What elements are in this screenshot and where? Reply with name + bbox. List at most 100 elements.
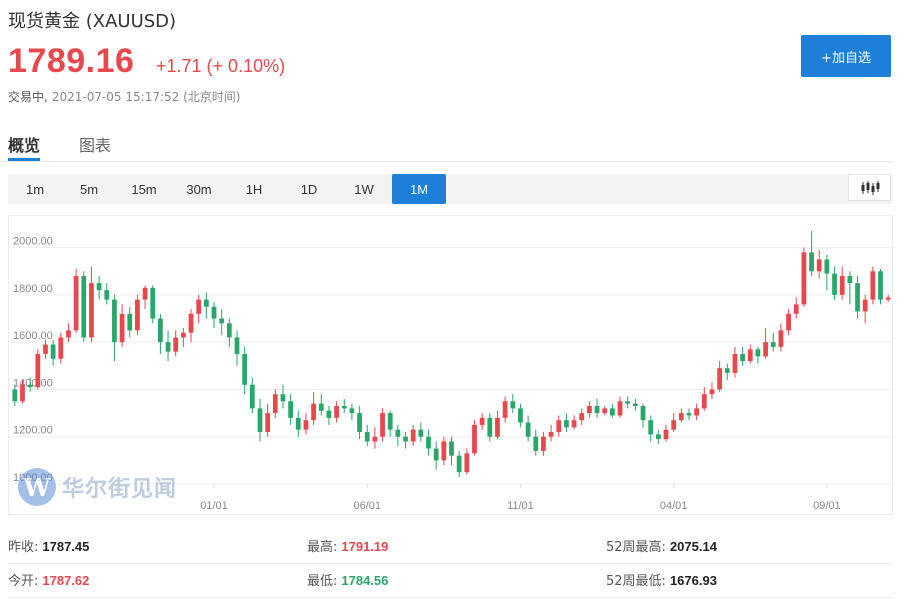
candle-body bbox=[610, 408, 615, 416]
candle-body bbox=[755, 349, 761, 357]
active-tab-indicator bbox=[8, 158, 40, 161]
candle-body bbox=[303, 420, 309, 430]
candle-body bbox=[226, 323, 232, 338]
candle-body bbox=[625, 401, 631, 404]
candle-body bbox=[640, 406, 646, 421]
candle-body bbox=[770, 342, 776, 347]
candle-body bbox=[234, 337, 240, 354]
candle-body bbox=[632, 403, 638, 406]
candle-body bbox=[686, 413, 692, 416]
candle-body bbox=[357, 413, 362, 432]
candle-body bbox=[173, 337, 179, 352]
y-tick-label: 1800.00 bbox=[13, 283, 53, 295]
candle-body bbox=[870, 271, 876, 300]
add-to-watchlist-button[interactable]: +加自选 bbox=[801, 35, 891, 77]
chart-type-button[interactable] bbox=[848, 174, 891, 201]
candle-body bbox=[104, 290, 110, 300]
candle-body bbox=[778, 330, 784, 347]
candle-body bbox=[288, 401, 293, 418]
stat-open: 今开: 1787.62 bbox=[8, 573, 90, 589]
candle-body bbox=[142, 287, 148, 300]
candle-body bbox=[326, 410, 332, 418]
candle-body bbox=[648, 420, 654, 435]
candle-body bbox=[464, 453, 470, 473]
stat-52w-low: 52周最低: 1676.93 bbox=[606, 573, 717, 589]
watermark-logo: W bbox=[18, 468, 56, 506]
candle-body bbox=[824, 259, 830, 274]
period-15m[interactable]: 15m bbox=[117, 174, 171, 204]
x-tick-label: 01/01 bbox=[200, 500, 228, 512]
x-tick-label: 09/01 bbox=[813, 500, 841, 512]
period-1d[interactable]: 1D bbox=[282, 174, 336, 204]
period-1mo[interactable]: 1M bbox=[392, 174, 446, 204]
candle-body bbox=[27, 384, 33, 388]
candle-body bbox=[20, 384, 25, 402]
y-tick-label: 1400.00 bbox=[13, 377, 53, 389]
period-1h[interactable]: 1H bbox=[227, 174, 281, 204]
candle-body bbox=[801, 252, 807, 305]
candlestick-icon bbox=[861, 180, 879, 195]
candle-body bbox=[441, 441, 447, 461]
tab-overview[interactable]: 概览 bbox=[8, 132, 40, 156]
candle-body bbox=[196, 299, 202, 314]
period-5m[interactable]: 5m bbox=[62, 174, 116, 204]
candle-body bbox=[855, 283, 860, 312]
candle-body bbox=[472, 424, 477, 454]
candle-body bbox=[165, 342, 171, 352]
period-1w[interactable]: 1W bbox=[337, 174, 391, 204]
candle-body bbox=[211, 306, 217, 319]
period-30m[interactable]: 30m bbox=[172, 174, 226, 204]
candle-body bbox=[885, 297, 891, 300]
candle-body bbox=[793, 304, 799, 314]
y-tick-label: 2000.00 bbox=[13, 236, 53, 248]
x-tick-label: 04/01 bbox=[660, 500, 688, 512]
candle-body bbox=[35, 354, 41, 388]
stat-prev-close: 昨收: 1787.45 bbox=[8, 539, 90, 555]
candle-body bbox=[847, 276, 853, 284]
candle-body bbox=[43, 344, 48, 354]
candle-body bbox=[763, 342, 768, 357]
candle-body bbox=[701, 394, 707, 409]
candle-body bbox=[502, 401, 508, 418]
candle-body bbox=[655, 434, 661, 440]
candle-body bbox=[694, 408, 700, 416]
stat-52w-high: 52周最高: 2075.14 bbox=[606, 539, 717, 555]
candle-body bbox=[418, 429, 424, 437]
candle-body bbox=[50, 344, 56, 359]
x-tick-label: 11/01 bbox=[507, 500, 534, 512]
candle-body bbox=[395, 429, 401, 437]
candle-body bbox=[341, 406, 347, 409]
status-text: 交易中, bbox=[8, 90, 48, 104]
candle-body bbox=[479, 417, 485, 425]
candle-body bbox=[112, 299, 117, 343]
candle-body bbox=[449, 441, 454, 456]
candle-body bbox=[724, 368, 730, 373]
candle-body bbox=[709, 389, 715, 395]
period-1m[interactable]: 1m bbox=[8, 174, 62, 204]
candle-body bbox=[295, 417, 301, 430]
candle-body bbox=[556, 420, 562, 432]
candle-body bbox=[579, 413, 585, 421]
candle-body bbox=[410, 429, 416, 442]
candle-body bbox=[541, 436, 546, 451]
timestamp: 2021-07-05 15:17:52 (北京时间) bbox=[51, 90, 241, 104]
candle-body bbox=[816, 259, 822, 272]
candle-body bbox=[587, 406, 592, 414]
candle-body bbox=[135, 299, 140, 331]
watermark: W 华尔街见闻 bbox=[18, 468, 177, 506]
candle-body bbox=[311, 403, 316, 421]
candle-body bbox=[678, 413, 684, 421]
candle-body bbox=[119, 313, 125, 343]
candle-body bbox=[349, 408, 355, 414]
y-tick-label: 1200.00 bbox=[13, 425, 53, 437]
trading-status: 交易中, 2021-07-05 15:17:52 (北京时间) bbox=[8, 88, 240, 105]
tab-chart[interactable]: 图表 bbox=[79, 132, 111, 156]
candle-body bbox=[219, 318, 225, 324]
candle-body bbox=[594, 406, 600, 414]
candle-body bbox=[364, 432, 370, 442]
candle-body bbox=[510, 401, 516, 409]
candle-body bbox=[188, 313, 194, 333]
candle-body bbox=[334, 406, 339, 418]
candle-body bbox=[740, 354, 745, 362]
candle-body bbox=[809, 252, 814, 272]
